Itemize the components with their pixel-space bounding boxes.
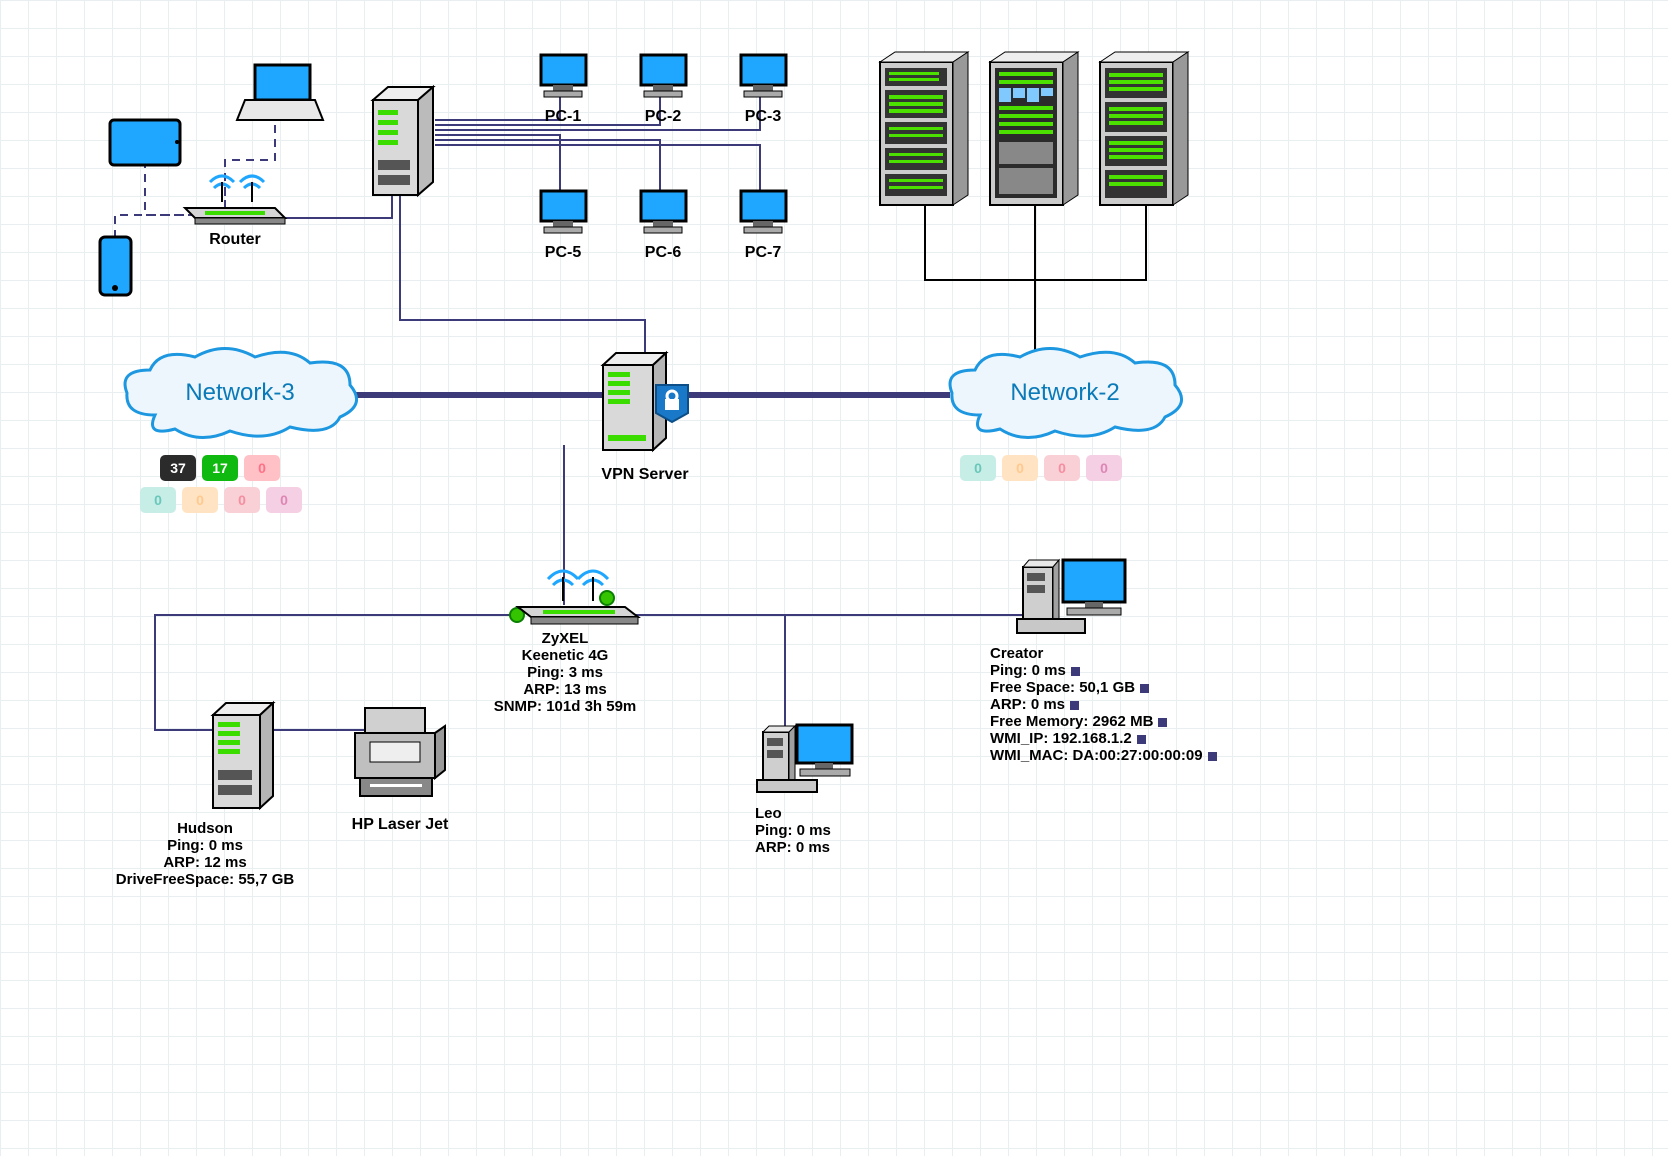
network-2: Network-2 [935, 345, 1195, 450]
pc3: PC-3 [728, 52, 798, 127]
printer: HP Laser Jet [320, 700, 480, 835]
status-badge: 17 [202, 455, 238, 481]
pc7: PC-7 [728, 188, 798, 263]
status-badge: 0 [1002, 455, 1038, 481]
pc2: PC-2 [628, 52, 698, 127]
status-badge: 0 [244, 455, 280, 481]
network2-badges: 0000 [960, 455, 1122, 481]
router-label: Router [180, 230, 290, 250]
tablet-icon [85, 115, 205, 175]
network3-badges: 37170 0000 [160, 455, 302, 513]
vpn-server: VPN Server [595, 350, 695, 485]
laptop-icon [230, 60, 330, 135]
status-badge: 0 [224, 487, 260, 513]
status-badge: 0 [266, 487, 302, 513]
rack-3 [1095, 50, 1195, 215]
phone-icon [95, 235, 135, 302]
rack-1 [875, 50, 975, 215]
zyxel-router: ZyXEL Keenetic 4G Ping: 3 ms ARP: 13 ms … [475, 565, 655, 715]
rack-2 [985, 50, 1085, 215]
status-badge: 0 [182, 487, 218, 513]
hudson-server: Hudson Ping: 0 ms ARP: 12 ms DriveFreeSp… [80, 700, 330, 888]
status-badge: 0 [960, 455, 996, 481]
server-icon [365, 85, 445, 205]
router: Router [180, 170, 290, 250]
leo-pc: Leo Ping: 0 ms ARP: 0 ms [755, 720, 915, 856]
status-badge: 0 [1086, 455, 1122, 481]
network-3: Network-3 [110, 345, 370, 450]
status-badge: 0 [1044, 455, 1080, 481]
pc6: PC-6 [628, 188, 698, 263]
pc5: PC-5 [528, 188, 598, 263]
creator-pc: Creator Ping: 0 ms Free Space: 50,1 GB A… [990, 555, 1330, 764]
status-badge: 37 [160, 455, 196, 481]
pc1: PC-1 [528, 52, 598, 127]
status-badge: 0 [140, 487, 176, 513]
